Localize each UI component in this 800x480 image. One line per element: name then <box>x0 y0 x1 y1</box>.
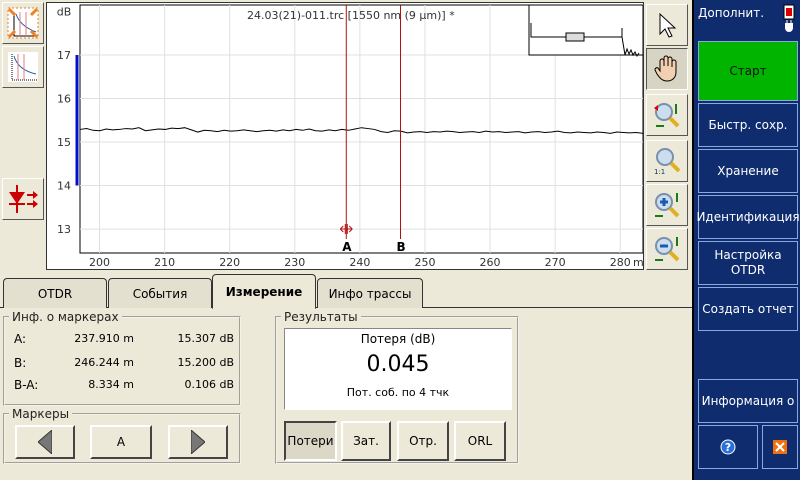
identification-button[interactable]: Идентификация <box>696 195 800 239</box>
row-loss: 15.307 dB <box>177 332 234 345</box>
storage-button[interactable]: Хранение <box>698 149 798 193</box>
create-report-button[interactable]: Создать отчет <box>698 287 798 331</box>
zoom-out-button[interactable] <box>646 228 688 270</box>
y-tick-label: 16 <box>57 93 71 106</box>
marker-row-b: B: 246.244 m 15.200 dB <box>14 356 234 370</box>
y-tick-label: 13 <box>57 223 71 236</box>
hand-icon <box>654 55 677 82</box>
marker-info-legend: Инф. о маркерах <box>12 310 119 324</box>
otdr-settings-button[interactable]: Настройка OTDR <box>698 241 798 285</box>
start-button[interactable]: Старт <box>698 41 798 101</box>
y-unit-label: dB <box>57 6 72 19</box>
marker-row-a: A: 237.910 m 15.307 dB <box>14 332 234 346</box>
row-distance: 8.334 m <box>88 378 134 391</box>
trace-plot[interactable]: 200 210 220 230 240 250 260 270 280 m 13 14 15 16 17 dB… <box>46 2 644 270</box>
zoom-out-icon <box>655 237 680 262</box>
zoom-full-button[interactable] <box>2 2 44 44</box>
trace-chart[interactable]: 200 210 220 230 240 250 260 270 280 m 13 14 15 16 17 dB… <box>47 3 644 269</box>
marker-label-b: B <box>397 240 406 254</box>
x-tick-label: 230 <box>284 256 305 269</box>
row-loss: 0.106 dB <box>184 378 234 391</box>
loss-button[interactable]: Потери <box>284 421 337 461</box>
results-legend: Результаты <box>284 310 358 324</box>
row-label: A: <box>14 332 27 346</box>
x-tick-label: 280 <box>610 256 631 269</box>
triangle-right-icon <box>191 430 205 454</box>
cursor-arrow-icon <box>659 12 677 38</box>
zoom-in-icon <box>655 193 680 218</box>
x-tick-label: 200 <box>89 256 110 269</box>
y-tick-label: 17 <box>57 49 71 62</box>
side-title: Дополнит. <box>698 6 765 20</box>
help-button[interactable]: ? <box>698 425 758 469</box>
marker-row-ba: B-A: 8.334 m 0.106 dB <box>14 378 234 392</box>
tab-trace-info[interactable]: Инфо трассы <box>317 278 423 308</box>
row-distance: 246.244 m <box>74 356 134 369</box>
tab-measurement[interactable]: Измерение <box>212 274 316 309</box>
battery-plug-icon <box>783 4 795 32</box>
x-tick-label: 250 <box>414 256 435 269</box>
row-loss: 15.200 dB <box>177 356 234 369</box>
overview-inset <box>528 4 644 56</box>
marker-select-button[interactable]: A <box>90 425 152 459</box>
help-icon: ? <box>720 439 736 455</box>
zoom-in-button[interactable] <box>646 184 688 226</box>
overview-viewport <box>565 32 585 42</box>
svg-text:?: ? <box>725 441 731 454</box>
results-method: Пот. соб. по 4 тчк <box>346 386 450 399</box>
quick-save-button[interactable]: Быстр. сохр. <box>698 103 798 147</box>
x-tick-label: 210 <box>154 256 175 269</box>
side-menu: Дополнит. Старт Быстр. сохр. Хранение Ид… <box>692 0 800 480</box>
pointer-tool-button[interactable] <box>646 4 688 46</box>
results-heading: Потеря (dB) <box>360 332 436 346</box>
trace-title: 24.03(21)-011.trc [1550 nm (9 µm)] * <box>247 9 455 22</box>
trace-fit-icon <box>7 7 39 39</box>
y-tick-label: 15 <box>57 136 71 149</box>
svg-text:1:1: 1:1 <box>654 168 665 176</box>
orl-button[interactable]: ORL <box>454 421 506 461</box>
tab-otdr[interactable]: OTDR <box>3 278 107 308</box>
tab-events[interactable]: События <box>108 278 212 308</box>
results-display: Потеря (dB) 0.045 Пот. соб. по 4 тчк <box>284 328 512 410</box>
event-detection-button[interactable] <box>2 178 44 220</box>
marker-next-button[interactable] <box>168 425 228 459</box>
markers-legend: Маркеры <box>12 407 70 421</box>
trace-view-button[interactable] <box>2 46 44 88</box>
zoom-area-icon <box>654 103 680 128</box>
x-tick-label: 240 <box>349 256 370 269</box>
x-unit-label: m <box>633 256 643 269</box>
marker-label-a: A <box>342 240 352 254</box>
y-tick-label: 14 <box>57 180 71 193</box>
zoom-area-button[interactable] <box>646 94 688 136</box>
close-icon <box>773 440 787 454</box>
reflectance-button[interactable]: Отр. <box>397 421 449 461</box>
marker-prev-button[interactable] <box>15 425 75 459</box>
close-button[interactable] <box>762 425 798 469</box>
row-label: B-A: <box>14 378 39 392</box>
laser-diode-icon <box>9 185 38 213</box>
zoom-reset-button[interactable]: 1:1 <box>646 140 688 182</box>
row-distance: 237.910 m <box>74 332 134 345</box>
results-value: 0.045 <box>366 352 430 377</box>
x-tick-label: 220 <box>219 256 240 269</box>
pan-tool-button[interactable] <box>646 48 688 90</box>
row-label: B: <box>14 356 27 370</box>
x-tick-label: 260 <box>480 256 501 269</box>
zoom-1to1-icon: 1:1 <box>654 148 681 176</box>
x-tick-label: 270 <box>545 256 566 269</box>
attenuation-button[interactable]: Зат. <box>341 421 391 461</box>
about-button[interactable]: Информация о <box>698 379 798 423</box>
triangle-left-icon <box>38 430 52 454</box>
trace-graph-icon <box>8 52 38 82</box>
